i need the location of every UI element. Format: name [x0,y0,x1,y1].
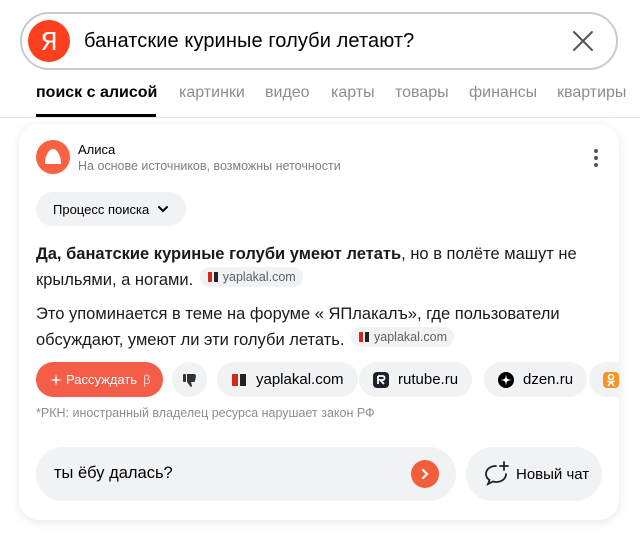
close-icon[interactable] [572,30,594,52]
reason-label: Рассуждать [66,372,138,387]
tab-alice-search[interactable]: поиск с алисой [36,84,157,102]
answer-bold-text: Да, банатские куриные голуби умеют летат… [36,245,402,263]
source-ok-button[interactable]: ma [589,362,619,397]
thumbs-down-icon [182,373,196,387]
send-button[interactable] [411,460,439,488]
yandex-logo[interactable]: Я [28,20,70,62]
source-yaplakal-button[interactable]: yaplakal.com [217,362,358,397]
assistant-name: Алиса [78,142,116,157]
source-dzen-button[interactable]: dzen.ru [484,362,588,397]
chevron-right-icon [421,468,429,480]
more-vertical-icon[interactable] [593,148,599,168]
yaplakal-favicon-icon [207,272,218,282]
source-label: rutube.ru [398,371,459,388]
chevron-down-icon [158,206,169,213]
yaplakal-logo-icon [232,373,246,386]
search-process-button[interactable]: Процесс поиска [36,192,186,226]
beta-badge: β [143,372,151,387]
new-chat-button[interactable]: Новый чат [466,447,602,501]
source-chip-label: yaplakal.com [374,330,447,344]
source-label: yaplakal.com [256,371,344,388]
alice-avatar [36,140,70,174]
search-bar[interactable]: Я банатские куриные голуби летают? [20,12,618,70]
answer-text-2: Это упоминается в теме на форуме « ЯПлак… [36,305,560,349]
sparkle-icon [50,373,62,386]
search-process-label: Процесс поиска [53,201,150,217]
tab-maps[interactable]: карты [331,84,375,102]
alice-answer-card: Алиса На основе источников, возможны нет… [19,124,619,520]
yaplakal-favicon-icon [359,332,370,342]
rutube-logo-icon [373,371,389,388]
source-chip[interactable]: yaplakal.com [351,327,454,347]
new-chat-icon [485,461,509,486]
search-input[interactable]: банатские куриные голуби летают? [84,30,414,53]
tab-apartments[interactable]: квартиры [557,84,626,102]
answer-actions: Рассуждать β yaplakal.com rutube.ru dzen… [36,362,619,398]
tab-video[interactable]: видео [265,84,310,102]
tab-images[interactable]: картинки [179,84,245,102]
followup-input[interactable]: ты ёбу далась? [36,447,456,501]
reason-button[interactable]: Рассуждать β [36,362,163,397]
rkn-disclaimer: *РКН: иностранный владелец ресурса наруш… [36,406,375,420]
alice-logo-icon [45,149,61,164]
tabs-divider [0,117,640,118]
ok-logo-icon [603,371,619,388]
dislike-button[interactable] [172,362,207,397]
answer-text: Да, банатские куриные голуби умеют летат… [36,241,596,353]
source-chip-label: yaplakal.com [222,270,296,284]
followup-input-text[interactable]: ты ёбу далась? [54,464,173,483]
assistant-subtitle: На основе источников, возможны неточност… [78,159,341,173]
source-chip[interactable]: yaplakal.com [199,267,303,287]
answer-paragraph-1: Да, банатские куриные голуби умеют летат… [36,241,596,293]
answer-paragraph-2: Это упоминается в теме на форуме « ЯПлак… [36,301,596,353]
new-chat-label: Новый чат [516,465,590,483]
source-label: dzen.ru [523,371,574,388]
dzen-logo-icon [498,371,514,388]
tab-goods[interactable]: товары [395,84,449,102]
tab-finance[interactable]: финансы [469,84,537,102]
source-rutube-button[interactable]: rutube.ru [359,362,473,397]
search-tabs: поиск с алисой картинки видео карты това… [0,80,640,118]
